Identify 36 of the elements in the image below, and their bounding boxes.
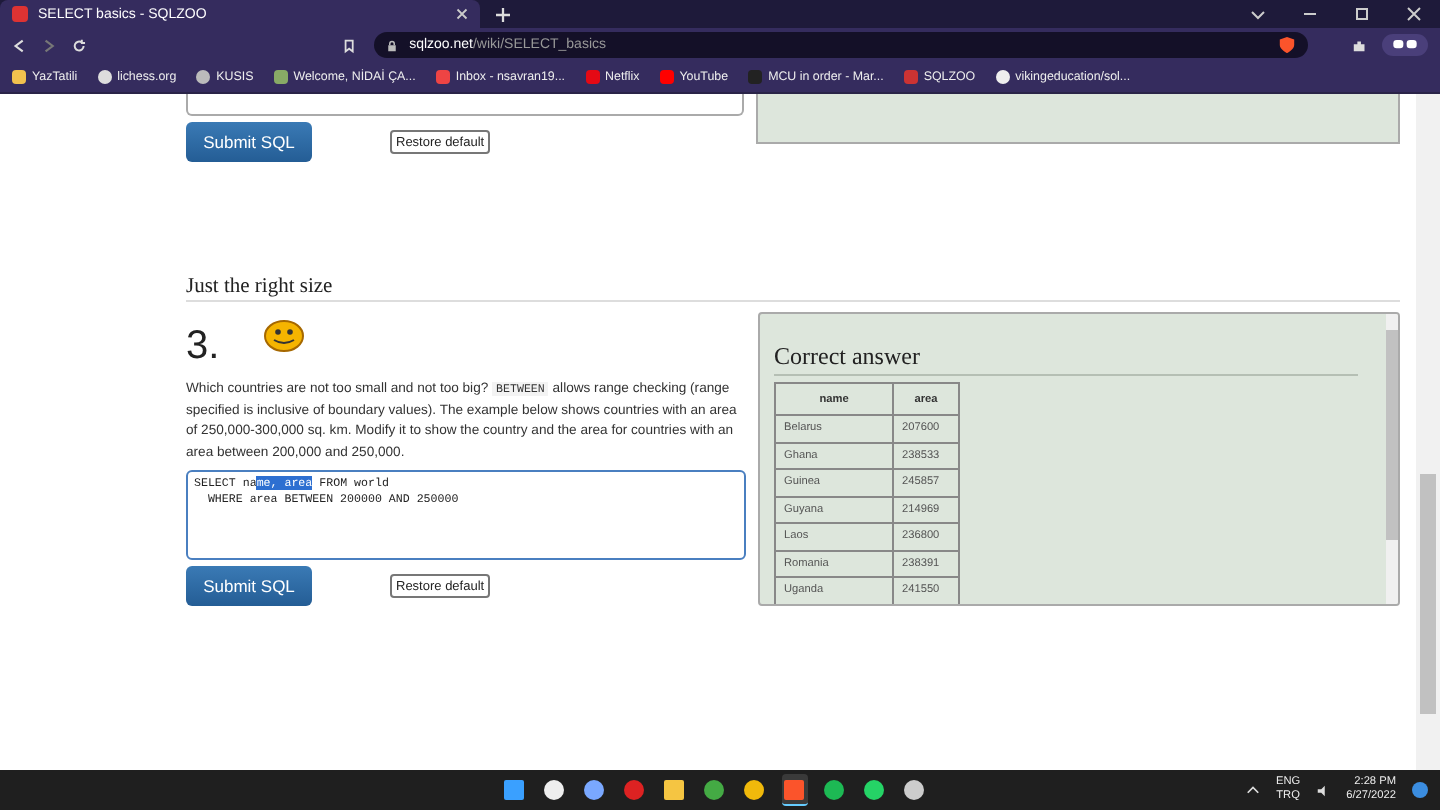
- site-icon: [273, 70, 288, 84]
- site-icon: [748, 70, 763, 84]
- chevron-icon[interactable]: [1250, 6, 1266, 22]
- site-icon: [585, 70, 600, 84]
- new-tab-icon[interactable]: [496, 7, 510, 21]
- scrollbar[interactable]: [1386, 314, 1398, 604]
- site-icon: [97, 70, 112, 84]
- section-heading: Just the right size: [186, 276, 1400, 302]
- page-scrollbar[interactable]: [1416, 94, 1440, 770]
- site-icon: [196, 70, 211, 84]
- submit-sql-button[interactable]: Submit SQL: [186, 566, 312, 606]
- site-icon: [659, 70, 674, 84]
- answer-heading: Correct answer: [774, 342, 1358, 376]
- back-icon[interactable]: [12, 37, 27, 53]
- lock-icon: [385, 39, 398, 51]
- exercise-number: 3.: [186, 324, 220, 370]
- volume-icon[interactable]: [1316, 783, 1331, 797]
- close-icon[interactable]: [1406, 6, 1422, 22]
- site-icon: [12, 70, 26, 84]
- sqlzoo-icon: [12, 6, 28, 22]
- bookmark-icon[interactable]: [342, 37, 358, 53]
- notification-icon[interactable]: [1412, 782, 1428, 798]
- shield-icon[interactable]: [1277, 36, 1296, 54]
- taskbar-app-icon[interactable]: [781, 774, 807, 806]
- glasses-icon: [1391, 40, 1418, 50]
- submit-sql-button[interactable]: Submit SQL: [186, 122, 312, 162]
- forward-icon[interactable]: [42, 37, 57, 53]
- site-icon: [995, 70, 1010, 84]
- site-icon: [903, 70, 918, 84]
- chevron-icon[interactable]: [1245, 783, 1260, 797]
- close-icon[interactable]: [456, 8, 468, 20]
- site-icon: [435, 70, 450, 84]
- maximize-icon[interactable]: [1354, 6, 1370, 22]
- profile-button[interactable]: [1381, 34, 1429, 56]
- reload-icon[interactable]: [72, 37, 87, 53]
- smiley-icon: [263, 320, 304, 352]
